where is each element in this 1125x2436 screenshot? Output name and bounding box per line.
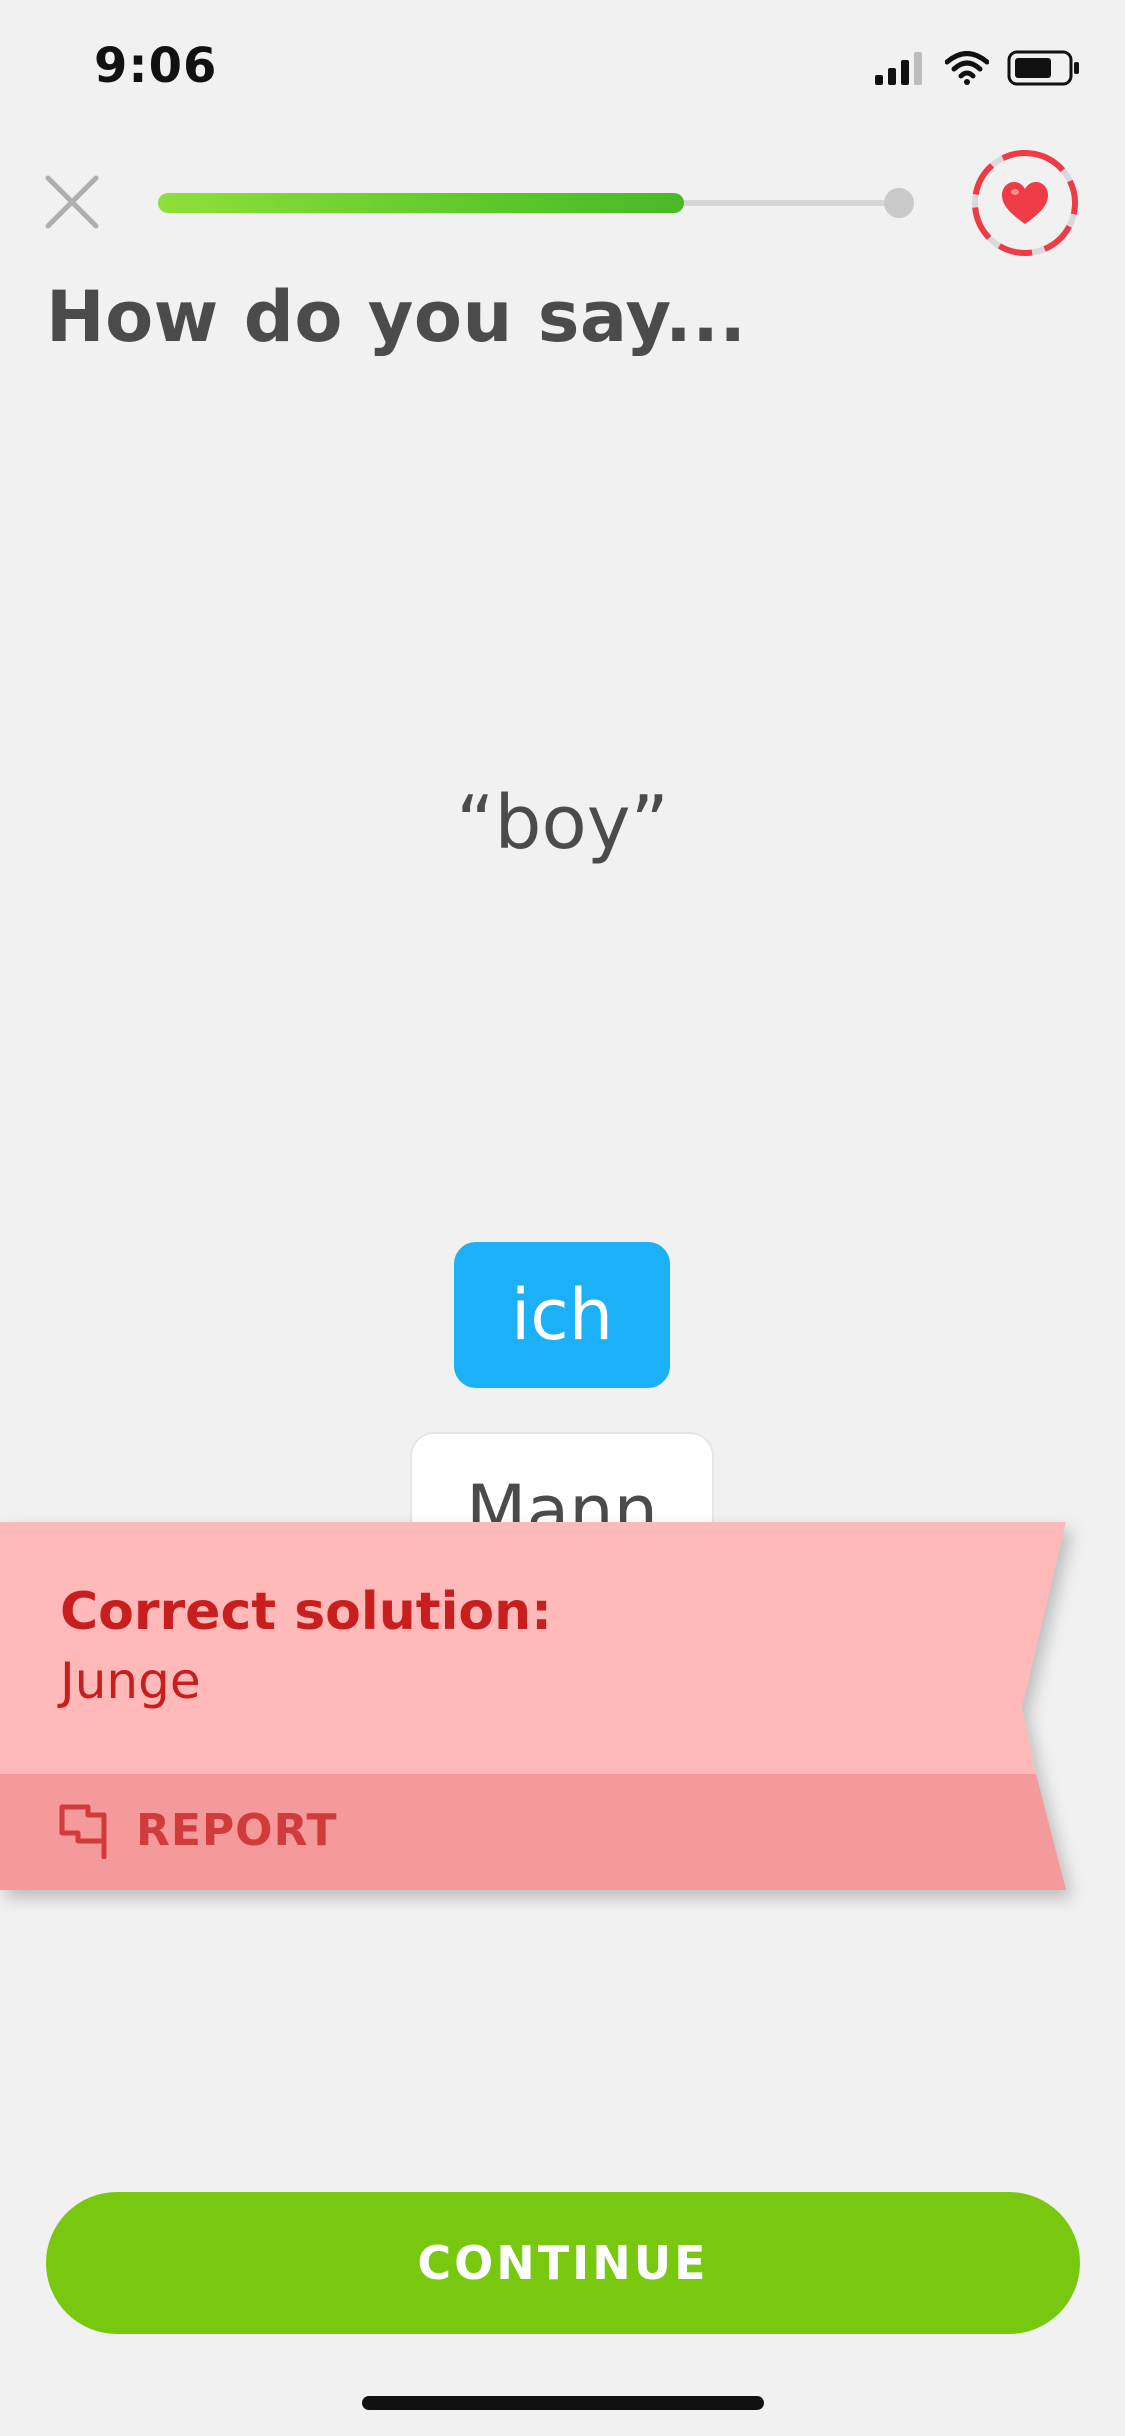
progress-fill bbox=[158, 193, 685, 213]
status-time: 9:06 bbox=[94, 38, 218, 94]
battery-icon bbox=[1007, 50, 1079, 86]
close-icon bbox=[45, 175, 99, 229]
correct-solution-value: Junge bbox=[60, 1652, 201, 1710]
prompt-title: How do you say... bbox=[46, 276, 747, 358]
question-word: “boy” bbox=[456, 780, 669, 866]
lesson-progress-bar bbox=[158, 188, 914, 218]
heart-icon bbox=[972, 150, 1078, 256]
status-icons bbox=[857, 48, 1081, 88]
signal-icon bbox=[875, 52, 922, 85]
report-label: REPORT bbox=[136, 1804, 338, 1856]
correct-solution-label: Correct solution: bbox=[60, 1582, 552, 1642]
selected-word-chip[interactable]: ich bbox=[454, 1242, 670, 1388]
wifi-icon bbox=[945, 51, 989, 85]
status-bar: 9:06 bbox=[0, 0, 1125, 140]
flag-icon bbox=[59, 1804, 107, 1859]
feedback-ribbon: Correct solution: Junge REPORT bbox=[0, 1522, 1066, 1890]
feedback-ribbon-top bbox=[0, 1522, 1066, 1774]
report-button[interactable]: REPORT bbox=[58, 1800, 338, 1860]
progress-end-marker bbox=[884, 188, 914, 218]
home-indicator bbox=[362, 2396, 764, 2410]
continue-button[interactable]: CONTINUE bbox=[46, 2192, 1080, 2334]
close-button[interactable] bbox=[40, 170, 104, 234]
hearts-indicator[interactable] bbox=[968, 146, 1082, 260]
